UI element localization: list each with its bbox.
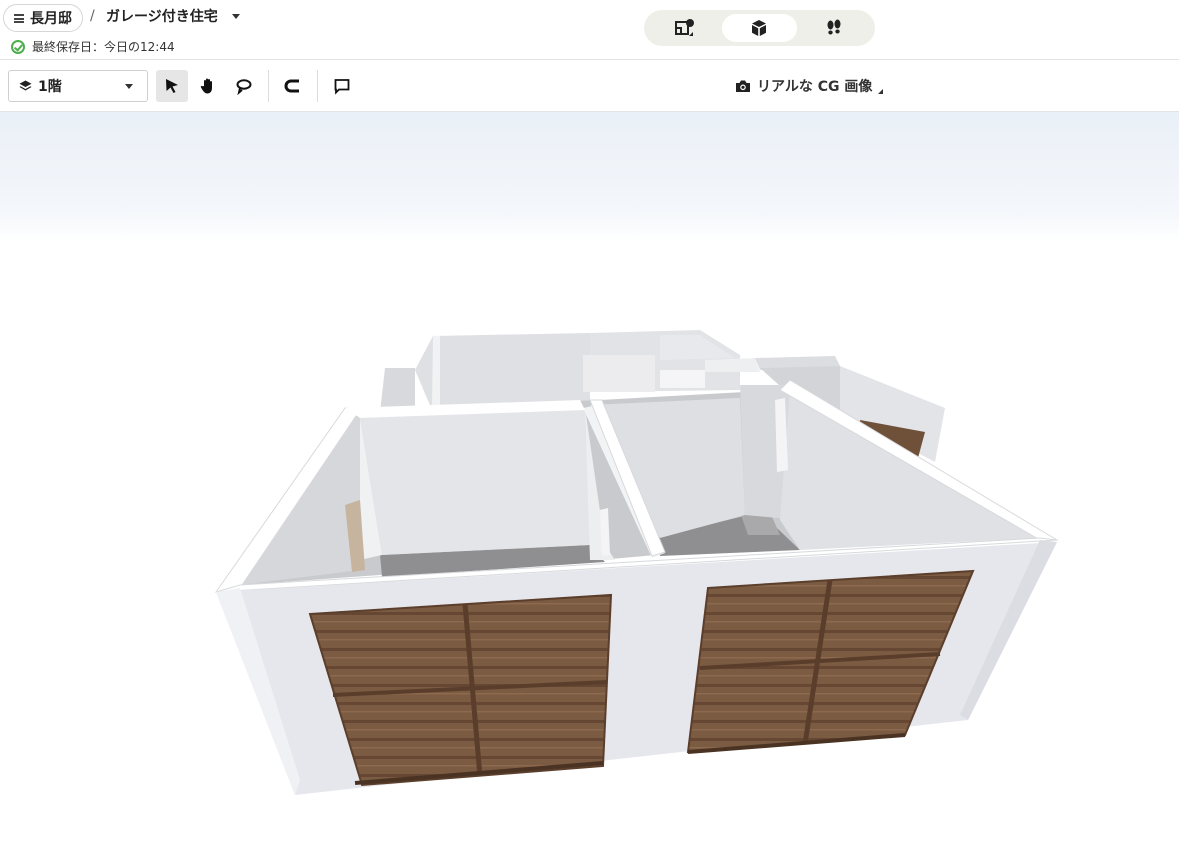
plan-title: ガレージ付き住宅 [106,9,218,25]
view-3d-box-icon [752,20,767,36]
editor-toolbar: 1階 リアルな CG 画像 [0,60,1179,112]
check-circle-icon [11,39,25,54]
save-status: 最終保存日：今日の12:44 [11,38,175,55]
camera-icon [736,80,750,92]
toolbar-divider [268,70,269,102]
orbit-tool-button[interactable] [228,70,260,102]
chevron-down-icon [125,84,133,89]
view-mode-toggle [644,10,875,46]
toolbar-divider [317,70,318,102]
app-header: 長月邸 / ガレージ付き住宅 最終保存日：今日の12:44 [0,0,1179,60]
corner-triangle-icon [878,88,884,94]
floor-select-label: 1階 [38,79,62,95]
chevron-down-icon [231,13,240,19]
realistic-render-button[interactable]: リアルな CG 画像 [735,76,884,96]
save-status-text: 最終保存日：今日の12:44 [32,40,175,54]
breadcrumb-separator: / [90,8,95,24]
house-3d-model[interactable] [0,112,1179,862]
snap-tool-button[interactable] [277,70,309,102]
floorplan-2d-icon [675,19,695,36]
plan-title-dropdown[interactable]: ガレージ付き住宅 [106,6,240,26]
cursor-arrow-icon [166,79,178,93]
view-2d-button[interactable] [648,14,722,42]
hand-icon [200,78,212,94]
layers-icon [19,80,32,91]
3d-viewport[interactable] [0,112,1179,862]
garage-door-left[interactable] [308,593,613,787]
project-menu-button[interactable]: 長月邸 [3,4,83,32]
garage-door-right[interactable] [686,569,975,754]
comment-tool-button[interactable] [326,70,358,102]
walkthrough-button[interactable] [797,14,871,42]
hamburger-icon [14,13,24,23]
floor-select[interactable]: 1階 [8,70,148,102]
magnet-icon [284,79,299,93]
comment-icon [334,79,350,95]
select-tool-button[interactable] [156,70,188,102]
view-3d-button[interactable] [722,14,797,42]
lasso-rotate-icon [236,79,252,95]
project-name: 長月邸 [30,11,72,27]
pan-tool-button[interactable] [192,70,224,102]
walkthrough-footprints-icon [827,19,841,35]
realistic-render-label: リアルな CG 画像 [757,79,873,95]
